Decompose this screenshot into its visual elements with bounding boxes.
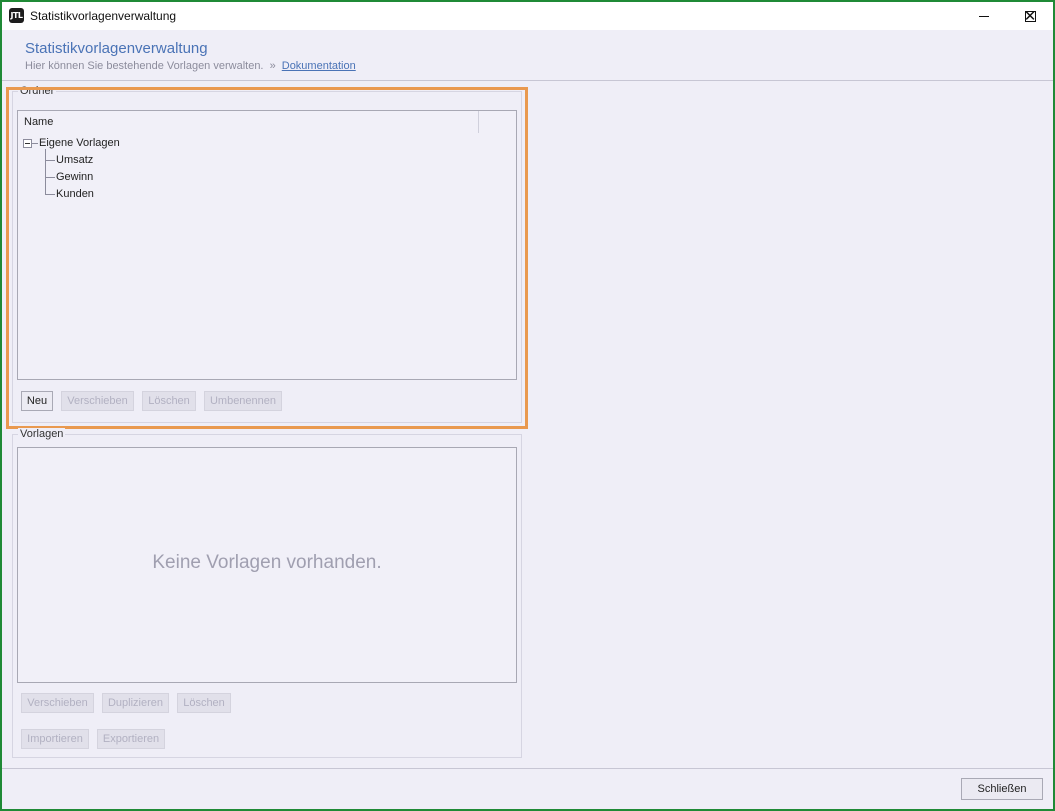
vorlagen-group: Vorlagen Keine Vorlagen vorhanden. Versc… [12,428,522,758]
tree-node-gewinn[interactable]: Gewinn [56,171,93,183]
tree-connector [45,160,55,161]
close-button[interactable]: Schließen [961,778,1043,800]
ordner-legend: Ordner [18,85,57,97]
app-window: JTL Statistikvorlagenverwaltung ✕ Statis… [2,2,1053,809]
collapse-toggle-icon[interactable] [23,139,32,148]
tree-connector [45,194,55,195]
tree-connector [32,143,38,144]
template-list[interactable]: Keine Vorlagen vorhanden. [17,447,517,683]
minimize-icon [979,15,989,17]
tree-connector [45,177,55,178]
documentation-link[interactable]: Dokumentation [282,60,356,72]
ordner-group: Ordner Name Eigene Vorlagen Umsatz Gewin… [12,85,522,423]
window-title: Statistikvorlagenverwaltung [30,9,177,23]
move-folder-button[interactable]: Verschieben [61,391,134,411]
page-subtitle: Hier können Sie bestehende Vorlagen verw… [25,60,356,72]
close-window-button[interactable]: ✕ [1007,2,1053,30]
move-template-button[interactable]: Verschieben [21,693,94,713]
tree-connector [45,149,46,195]
tree-node-umsatz[interactable]: Umsatz [56,154,93,166]
export-template-button[interactable]: Exportieren [97,729,165,749]
close-icon: ✕ [1023,6,1037,25]
folder-tree[interactable]: Name Eigene Vorlagen Umsatz Gewinn Kunde… [17,110,517,380]
delete-template-button[interactable]: Löschen [177,693,231,713]
footer-divider [2,768,1053,769]
rename-folder-button[interactable]: Umbenennen [204,391,282,411]
duplicate-template-button[interactable]: Duplizieren [102,693,169,713]
column-header-name: Name [24,116,54,128]
page-header: Statistikvorlagenverwaltung Hier können … [2,30,1053,81]
tree-column-header[interactable]: Name [18,111,479,133]
vorlagen-legend: Vorlagen [18,428,66,440]
subtitle-separator: » [269,60,276,72]
minimize-button[interactable] [961,2,1007,30]
empty-state-message: Keine Vorlagen vorhanden. [152,552,382,573]
delete-folder-button[interactable]: Löschen [142,391,196,411]
subtitle-text: Hier können Sie bestehende Vorlagen verw… [25,60,264,72]
jtl-app-icon: JTL [9,8,24,23]
new-folder-button[interactable]: Neu [21,391,53,411]
tree-node-kunden[interactable]: Kunden [56,188,94,200]
tree-node-eigene-vorlagen[interactable]: Eigene Vorlagen [39,137,120,149]
page-title: Statistikvorlagenverwaltung [25,40,208,57]
title-bar[interactable]: JTL Statistikvorlagenverwaltung [2,2,1053,30]
import-template-button[interactable]: Importieren [21,729,89,749]
